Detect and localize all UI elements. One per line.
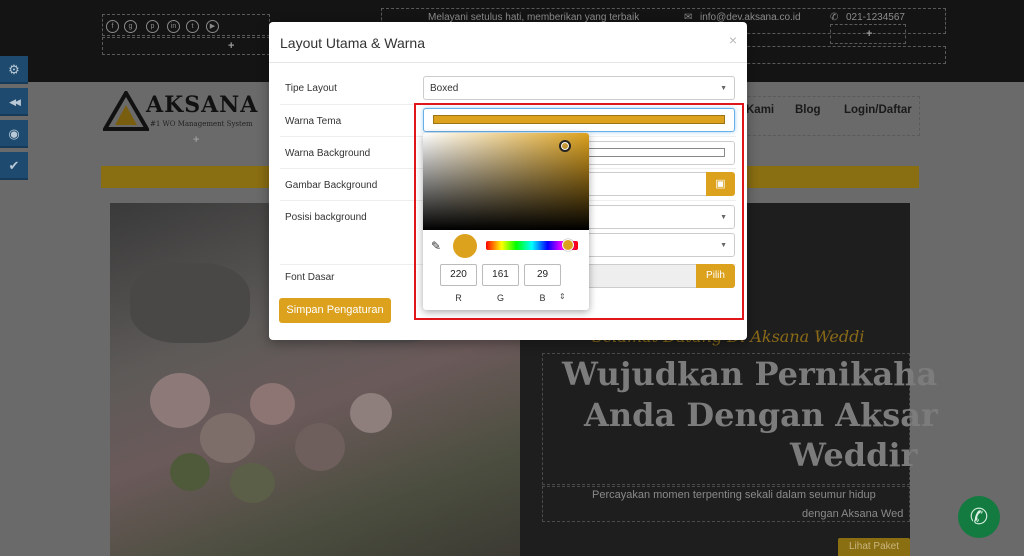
close-icon[interactable]: × <box>729 32 737 48</box>
tipe-layout-select[interactable]: Boxed ▼ <box>423 76 735 100</box>
green-label: G <box>496 293 504 303</box>
label-font-dasar: Font Dasar <box>285 272 335 283</box>
modal-divider <box>269 62 747 63</box>
gears-icon[interactable]: ⚙ <box>0 56 28 84</box>
red-input[interactable]: 220 <box>440 264 477 286</box>
label-gambar-background: Gambar Background <box>285 180 378 191</box>
blue-label: B <box>539 293 546 303</box>
phone-text[interactable]: 021-1234567 <box>846 12 905 23</box>
logo-tagline: #1 WO Management System <box>150 120 253 128</box>
label-tipe-layout: Tipe Layout <box>285 83 337 94</box>
twitter-icon[interactable]: t <box>186 20 199 33</box>
youtube-icon[interactable]: ▶ <box>206 20 219 33</box>
row-tipe-layout: Tipe Layout Boxed ▼ <box>280 72 736 105</box>
label-warna-tema: Warna Tema <box>285 116 342 127</box>
hero-title-line-2: Anda Dengan Aksar <box>584 396 938 434</box>
saturation-value-handle[interactable] <box>559 140 571 152</box>
add-icon[interactable]: + <box>228 40 234 52</box>
phone-add-icon[interactable]: + <box>866 28 872 40</box>
facebook-icon[interactable]: f <box>106 20 119 33</box>
current-color-swatch <box>453 234 477 258</box>
nav-box <box>738 96 920 136</box>
google-plus-icon[interactable]: g <box>124 20 137 33</box>
eye-icon[interactable]: ◉ <box>0 120 28 148</box>
whatsapp-icon[interactable]: ✆ <box>958 496 1000 538</box>
pinterest-icon[interactable]: p <box>146 20 159 33</box>
rewind-icon[interactable]: ◀◀ <box>0 88 28 116</box>
hero-title-line-3: Weddir <box>790 436 918 474</box>
green-input[interactable]: 161 <box>482 264 519 286</box>
format-toggle-icon[interactable]: ⇕ <box>559 292 566 301</box>
linkedin-icon[interactable]: in <box>167 20 180 33</box>
sidebar-tools: ⚙ ◀◀ ◉ ✔ <box>0 56 28 184</box>
eyedropper-icon[interactable]: ✎ <box>431 239 441 253</box>
check-icon[interactable]: ✔ <box>0 152 28 180</box>
hero-subtitle-line-1: Percayakan momen terpenting sekali dalam… <box>592 489 876 501</box>
label-warna-background: Warna Background <box>285 148 371 159</box>
label-posisi-background: Posisi background <box>285 212 367 223</box>
chevron-down-icon: ▼ <box>720 85 727 92</box>
hero-subtitle-line-2: dengan Aksana Wed <box>802 508 904 520</box>
add-widget-slot <box>102 37 270 55</box>
hero-title-line-1: Wujudkan Pernikaha <box>562 355 938 393</box>
logo-text[interactable]: AKSANA <box>146 92 258 118</box>
blue-input[interactable]: 29 <box>524 264 561 286</box>
modal-title: Layout Utama & Warna <box>280 35 425 51</box>
red-label: R <box>455 293 462 303</box>
logo-add-icon[interactable]: + <box>193 134 199 146</box>
tipe-layout-value: Boxed <box>430 83 459 94</box>
hero-package-button[interactable]: Lihat Paket <box>838 538 910 556</box>
phone-icon: ✆ <box>830 12 839 23</box>
logo-mark-icon <box>103 91 149 131</box>
color-picker: ✎ 220 161 29 R G B ⇕ <box>423 133 589 310</box>
hue-slider-handle[interactable] <box>562 239 574 251</box>
save-button[interactable]: Simpan Pengaturan <box>279 298 391 323</box>
